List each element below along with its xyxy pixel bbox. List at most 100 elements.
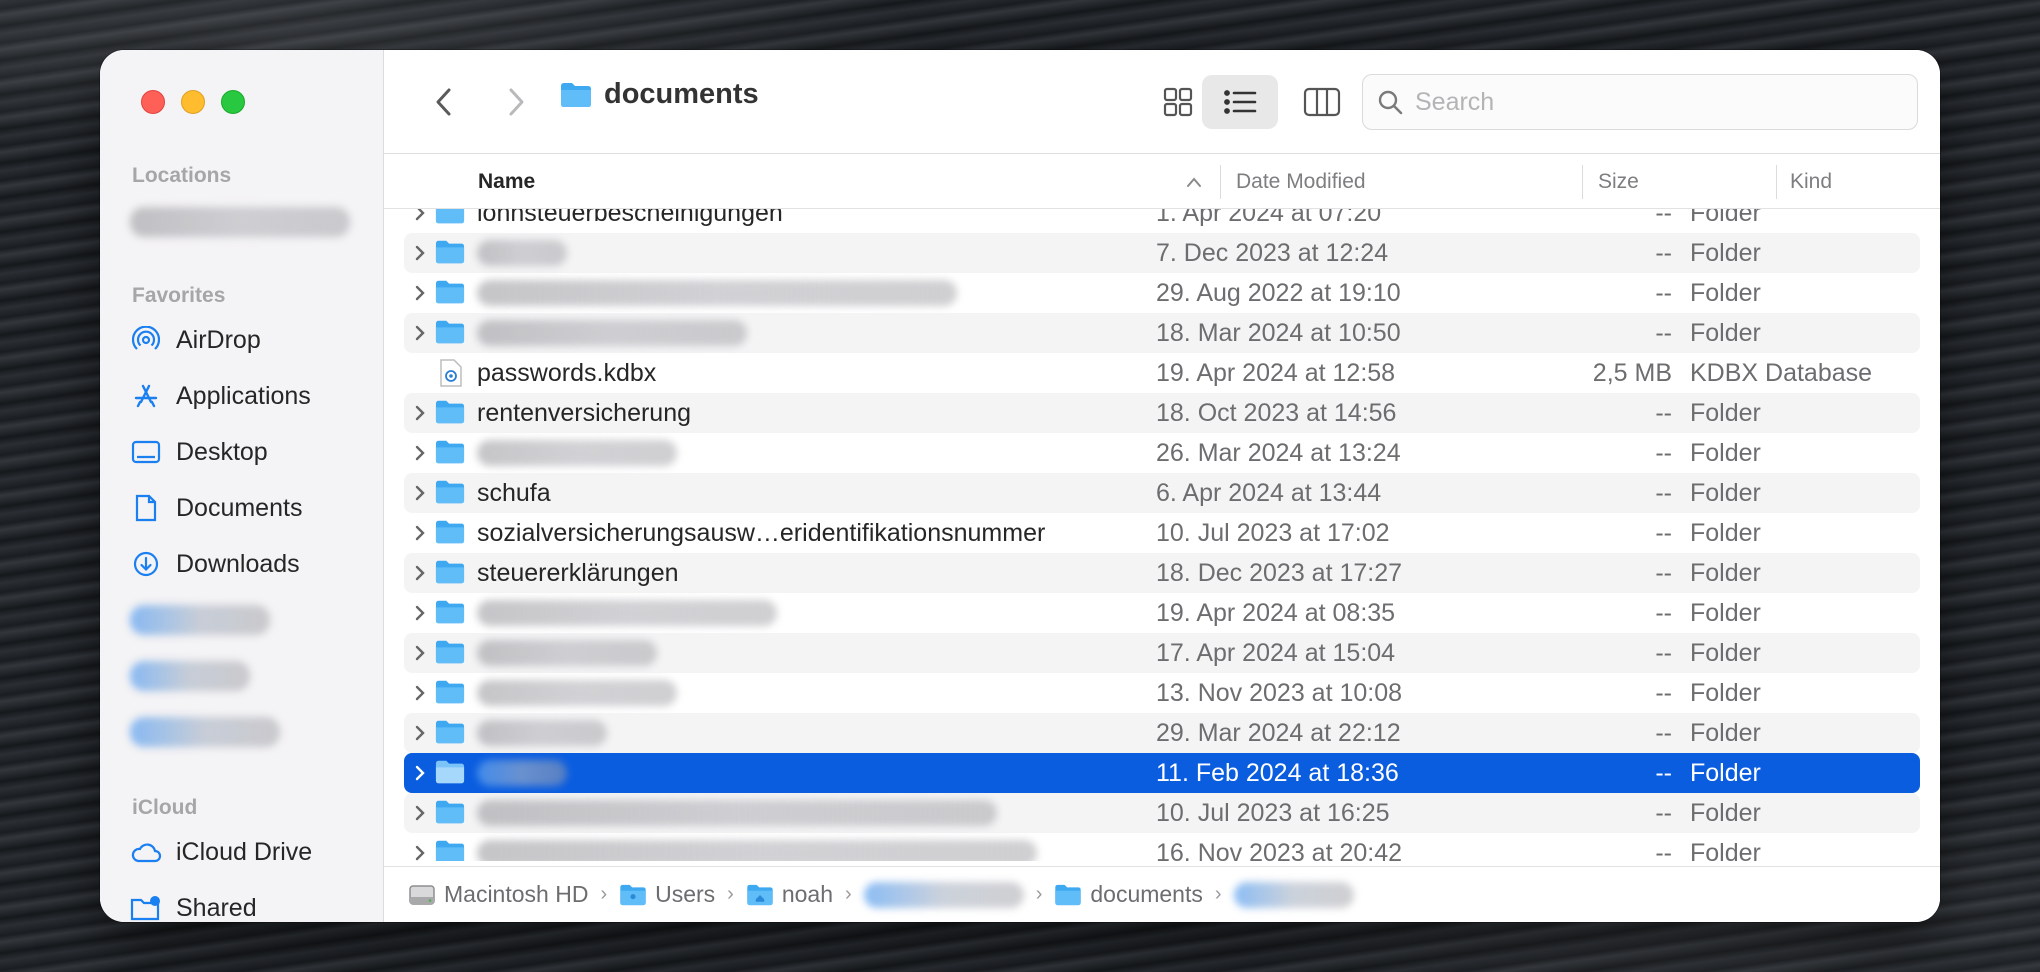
sidebar-item-location-redacted[interactable]	[130, 202, 370, 242]
minimize-window-button[interactable]	[181, 90, 205, 114]
window-controls	[141, 90, 245, 114]
disclosure-chevron-icon[interactable]	[410, 713, 430, 753]
table-row-selected[interactable]: 11. Feb 2024 at 18:36 -- Folder	[404, 753, 1920, 793]
search-field[interactable]	[1362, 74, 1918, 130]
table-row[interactable]: 16. Nov 2023 at 20:42 -- Folder	[404, 833, 1920, 861]
redacted-label	[130, 207, 350, 237]
disclosure-chevron-icon[interactable]	[410, 209, 430, 233]
file-name	[477, 713, 607, 753]
sidebar-item-airdrop[interactable]: AirDrop	[130, 320, 370, 360]
chevron-right-icon: ›	[845, 883, 852, 905]
sidebar-item-applications[interactable]: Applications	[130, 376, 370, 416]
forward-button[interactable]	[496, 80, 536, 124]
sidebar-item-downloads[interactable]: Downloads	[130, 544, 370, 584]
file-kind: Folder	[1690, 439, 1761, 467]
sidebar-section-icloud: iCloud	[132, 796, 198, 819]
column-header-kind[interactable]: Kind	[1790, 155, 1832, 209]
table-row[interactable]: schufa 6. Apr 2024 at 13:44 -- Folder	[404, 473, 1920, 513]
file-size: --	[1655, 399, 1672, 427]
table-row[interactable]: 13. Nov 2023 at 10:08 -- Folder	[404, 673, 1920, 713]
column-header-name[interactable]: Name	[478, 155, 535, 209]
path-item-redacted[interactable]	[863, 881, 1024, 908]
column-header-date[interactable]: Date Modified	[1236, 155, 1366, 209]
file-date: 17. Apr 2024 at 15:04	[1156, 639, 1396, 667]
table-row[interactable]: 18. Mar 2024 at 10:50 -- Folder	[404, 313, 1920, 353]
disclosure-chevron-icon[interactable]	[410, 513, 430, 553]
redacted-name	[477, 440, 677, 466]
sidebar-item-shared[interactable]: Shared	[130, 888, 370, 922]
redacted-name	[477, 320, 747, 346]
path-item-macintosh-hd[interactable]: Macintosh HD	[408, 881, 588, 908]
column-divider[interactable]	[1776, 165, 1777, 199]
sidebar-item-redacted[interactable]	[130, 712, 370, 752]
disclosure-chevron-icon[interactable]	[410, 833, 430, 861]
path-item-redacted[interactable]	[1233, 881, 1354, 908]
file-date: 18. Oct 2023 at 14:56	[1156, 399, 1397, 427]
sidebar-item-documents[interactable]: Documents	[130, 488, 370, 528]
folder-icon	[435, 680, 465, 704]
sidebar-item-redacted[interactable]	[130, 656, 370, 696]
column-header: Name Date Modified Size Kind	[384, 155, 1940, 209]
file-name: lohnsteuerbescheinigungen	[477, 209, 783, 227]
folder-icon	[435, 280, 465, 304]
file-kind: Folder	[1690, 719, 1761, 747]
path-item-documents[interactable]: documents	[1054, 881, 1203, 908]
disclosure-chevron-icon[interactable]	[410, 633, 430, 673]
table-row[interactable]: rentenversicherung 18. Oct 2023 at 14:56…	[404, 393, 1920, 433]
table-row[interactable]: 10. Jul 2023 at 16:25 -- Folder	[404, 793, 1920, 833]
file-kind: Folder	[1690, 599, 1761, 627]
path-item-users[interactable]: Users	[619, 881, 715, 908]
folder-icon	[1055, 884, 1082, 905]
table-row[interactable]: 29. Mar 2024 at 22:12 -- Folder	[404, 713, 1920, 753]
file-kind: Folder	[1690, 479, 1761, 507]
file-kind: Folder	[1690, 799, 1761, 827]
file-kind: Folder	[1690, 639, 1761, 667]
sidebar-item-label: Documents	[176, 493, 303, 522]
search-input[interactable]	[1415, 87, 1875, 117]
table-row[interactable]: 29. Aug 2022 at 19:10 -- Folder	[404, 273, 1920, 313]
file-size: --	[1655, 439, 1672, 467]
column-divider[interactable]	[1582, 165, 1583, 199]
disclosure-chevron-icon[interactable]	[410, 233, 430, 273]
table-row[interactable]: 26. Mar 2024 at 13:24 -- Folder	[404, 433, 1920, 473]
sidebar-item-redacted[interactable]	[130, 600, 370, 640]
file-kind: Folder	[1690, 519, 1761, 547]
path-item-home[interactable]: noah	[746, 881, 833, 908]
column-header-size[interactable]: Size	[1598, 155, 1639, 209]
sidebar-item-desktop[interactable]: Desktop	[130, 432, 370, 472]
disclosure-chevron-icon[interactable]	[410, 673, 430, 713]
sort-ascending-icon[interactable]	[1186, 176, 1202, 188]
disclosure-chevron-icon[interactable]	[410, 473, 430, 513]
file-name: steuererklärungen	[477, 559, 679, 587]
table-row[interactable]: 7. Dec 2023 at 12:24 -- Folder	[404, 233, 1920, 273]
file-date: 1. Apr 2024 at 07:20	[1156, 209, 1382, 227]
table-row[interactable]: passwords.kdbx 19. Apr 2024 at 12:58 2,5…	[404, 353, 1920, 393]
disclosure-chevron-icon[interactable]	[410, 593, 430, 633]
redacted-name	[477, 760, 567, 786]
table-row[interactable]: lohnsteuerbescheinigungen 1. Apr 2024 at…	[404, 209, 1920, 233]
table-row[interactable]: 19. Apr 2024 at 08:35 -- Folder	[404, 593, 1920, 633]
column-view-button[interactable]	[1284, 75, 1360, 129]
disclosure-chevron-icon[interactable]	[410, 753, 430, 793]
redacted-name	[477, 840, 1037, 861]
sidebar-section-favorites: Favorites	[132, 284, 226, 307]
hard-drive-icon	[409, 884, 435, 905]
table-row[interactable]: sozialversicherungsausw…eridentifikation…	[404, 513, 1920, 553]
column-divider[interactable]	[1220, 165, 1221, 199]
zoom-window-button[interactable]	[221, 90, 245, 114]
list-view-button[interactable]	[1202, 75, 1278, 129]
disclosure-chevron-icon[interactable]	[410, 793, 430, 833]
disclosure-chevron-icon[interactable]	[410, 433, 430, 473]
sidebar-item-icloud-drive[interactable]: iCloud Drive	[130, 832, 370, 872]
toolbar: documents	[384, 50, 1940, 154]
disclosure-chevron-icon[interactable]	[410, 393, 430, 433]
table-row[interactable]: steuererklärungen 18. Dec 2023 at 17:27 …	[404, 553, 1920, 593]
disclosure-chevron-icon[interactable]	[410, 313, 430, 353]
disclosure-chevron-icon[interactable]	[410, 273, 430, 313]
disclosure-chevron-icon[interactable]	[410, 553, 430, 593]
table-row[interactable]: 17. Apr 2024 at 15:04 -- Folder	[404, 633, 1920, 673]
back-button[interactable]	[424, 80, 464, 124]
file-size: --	[1655, 639, 1672, 667]
close-window-button[interactable]	[141, 90, 165, 114]
redacted-label	[130, 661, 250, 691]
